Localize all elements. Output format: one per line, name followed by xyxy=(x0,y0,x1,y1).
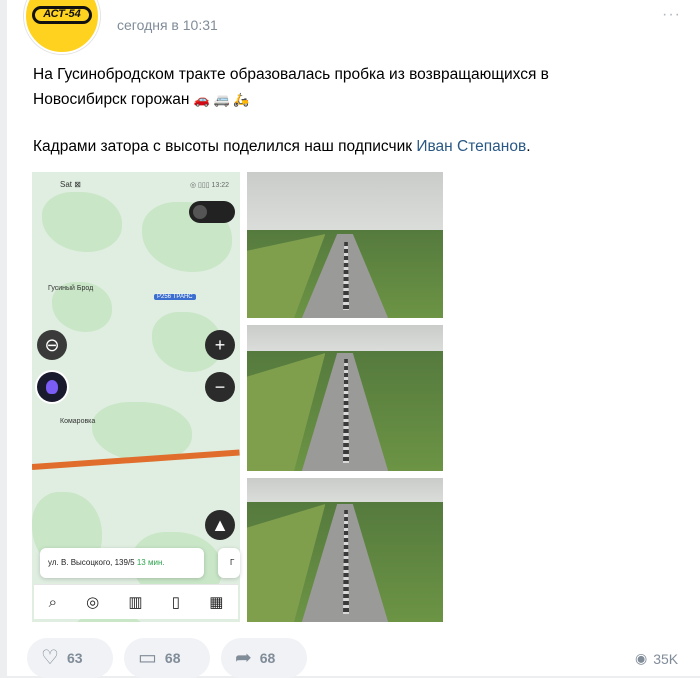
bookmarks-icon[interactable]: ▯ xyxy=(172,593,180,611)
search-icon[interactable]: ⌕ xyxy=(49,594,57,611)
comment-count: 68 xyxy=(164,650,181,666)
photo-aerial-3[interactable] xyxy=(247,478,443,622)
more-options-icon[interactable]: ··· xyxy=(662,6,681,24)
services-icon[interactable]: ▦ xyxy=(209,593,223,611)
map-place-label: Гусиный Брод xyxy=(48,285,94,292)
post-time[interactable]: сегодня в 10:31 xyxy=(117,17,218,33)
route-card-side[interactable]: Г xyxy=(218,548,240,578)
transport-icon[interactable]: ▥ xyxy=(128,593,142,611)
eye-icon: ◉ xyxy=(635,650,648,666)
photo-aerial-1[interactable] xyxy=(247,172,443,318)
views-count: 35K xyxy=(653,650,679,667)
map-toggle[interactable] xyxy=(189,201,235,223)
map-bottom-bar: ⌕ ◎ ▥ ▯ ▦ xyxy=(34,584,238,619)
mention-link[interactable]: Иван Степанов xyxy=(416,138,526,155)
share-count: 68 xyxy=(259,650,276,666)
post-text-line: Кадрами затора с высоты поделился наш по… xyxy=(33,138,531,155)
map-place-label: Комаровка xyxy=(60,418,96,425)
zoom-in-icon[interactable]: + xyxy=(205,330,235,360)
route-card[interactable]: ул. В. Высоцкого, 139/5 13 мин. xyxy=(40,548,204,578)
post-text-line: Новосибирск горожан 🚗 🚐 🛵 xyxy=(33,91,250,108)
like-count: 63 xyxy=(66,650,83,666)
voice-assistant-icon[interactable] xyxy=(37,372,67,402)
comment-icon: ▭ xyxy=(138,647,157,669)
post-text-line: На Гусинобродском тракте образовалась пр… xyxy=(33,66,549,83)
comment-button[interactable]: ▭ 68 xyxy=(124,638,210,678)
navigator-icon[interactable]: ◎ xyxy=(86,593,99,611)
map-status-right: ◎ ▯▯▯ 13:22 xyxy=(190,182,230,189)
map-status: Sat ⊠ xyxy=(60,180,81,189)
share-icon: ➦ xyxy=(235,647,252,669)
compass-icon[interactable]: ▲ xyxy=(205,510,235,540)
heart-icon: ♡ xyxy=(41,647,59,669)
post-text: На Гусинобродском тракте образовалась пр… xyxy=(33,62,653,159)
car-emoji-icon: 🚗 🚐 🛵 xyxy=(193,92,250,107)
zoom-out-icon[interactable]: − xyxy=(205,372,235,402)
photo-aerial-2[interactable] xyxy=(247,325,443,471)
layers-icon[interactable]: ⊖ xyxy=(37,330,67,360)
like-button[interactable]: ♡ 63 xyxy=(27,638,113,678)
highway-shield: Р256 ТРАНС xyxy=(154,294,196,300)
views-counter: ◉ 35K xyxy=(635,650,678,667)
share-button[interactable]: ➦ 68 xyxy=(221,638,307,678)
ast54-logo: АСТ-54 xyxy=(32,6,92,24)
